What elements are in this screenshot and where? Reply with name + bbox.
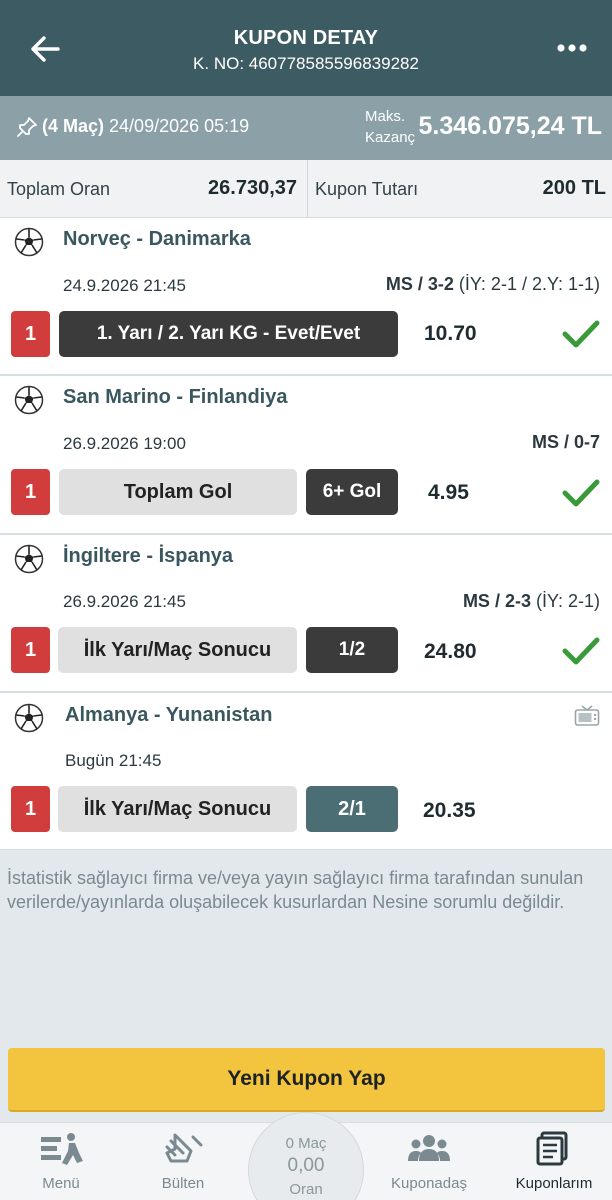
nav-item-bulletin[interactable]: Bülten [140, 1123, 226, 1200]
betslip-odds-value: 0,00 [287, 1155, 325, 1176]
market-label: İlk Yarı/Maç Sonucu [58, 627, 297, 673]
totals-row: Toplam Oran 26.730,37 Kupon Tutarı 200 T… [0, 160, 612, 218]
market-label: İlk Yarı/Maç Sonucu [58, 786, 297, 832]
match-date: 24.9.2026 21:45 [63, 276, 186, 295]
nav-label: Kuponadaş [391, 1175, 467, 1192]
match-teams: San Marino - Finlandiya [63, 386, 288, 408]
match-card[interactable]: San Marino - Finlandiya 26.9.2026 19:00 … [0, 376, 612, 535]
match-count: (4 Maç) [42, 116, 105, 136]
soccer-ball-icon [14, 227, 44, 257]
check-icon [562, 479, 600, 507]
more-options-icon[interactable] [556, 40, 588, 56]
menu-icon [41, 1133, 83, 1165]
soccer-ball-icon [14, 544, 44, 574]
coupon-summary-bar: (4 Maç) 24/09/2026 05:19 Maks. Kazanç 5.… [0, 96, 612, 160]
soccer-ball-icon [14, 703, 44, 733]
match-date: Bugün 21:45 [65, 751, 162, 770]
mbs-badge: 1 [11, 469, 50, 515]
nav-label: Kuponlarım [515, 1175, 593, 1192]
stake-label: Kupon Tutarı [315, 179, 419, 199]
summary-info: (4 Maç) 24/09/2026 05:19 [42, 116, 249, 137]
match-teams: Norveç - Danimarka [63, 228, 251, 250]
match-result: MS / 2-3 (İY: 2-1) [462, 591, 600, 611]
pick-label: 2/1 [306, 786, 398, 832]
betslip-match-count: 0 Maç [285, 1135, 327, 1152]
match-odds: 24.80 [424, 640, 477, 663]
match-date: 26.9.2026 21:45 [63, 592, 186, 611]
nav-label: Menü [42, 1175, 80, 1192]
max-win-label: Maks. Kazanç [365, 108, 416, 146]
bulletin-icon [165, 1133, 203, 1163]
betslip-odds-label: Oran [289, 1181, 323, 1198]
divider [307, 160, 308, 218]
soccer-ball-icon [14, 385, 44, 415]
mbs-badge: 1 [11, 311, 50, 357]
total-odds-value: 26.730,37 [208, 177, 297, 199]
match-teams: İngiltere - İspanya [63, 545, 234, 567]
match-result: MS / 3-2 (İY: 2-1 / 2.Y: 1-1) [385, 274, 600, 294]
market-label: Toplam Gol [59, 469, 297, 515]
coupon-number: K. NO: 460778585596839282 [193, 54, 419, 73]
pin-icon[interactable] [16, 116, 38, 138]
check-icon [562, 320, 600, 348]
match-odds: 10.70 [424, 322, 477, 345]
total-odds-label: Toplam Oran [7, 179, 111, 199]
pick-label: 1/2 [306, 627, 398, 673]
stake-value: 200 TL [542, 177, 606, 199]
nav-label: Bülten [161, 1175, 205, 1192]
coupons-icon [536, 1131, 568, 1166]
mbs-badge: 1 [11, 786, 50, 832]
check-icon [562, 637, 600, 665]
mbs-badge: 1 [11, 627, 50, 673]
top-app-bar: KUPON DETAY K. NO: 460778585596839282 [0, 0, 612, 96]
community-icon [408, 1135, 450, 1161]
match-card[interactable]: Almanya - Yunanistan Bugün 21:45 1 İlk Y… [0, 693, 612, 850]
match-date: 26.9.2026 19:00 [63, 434, 186, 453]
match-teams: Almanya - Yunanistan [65, 704, 273, 726]
new-coupon-button[interactable]: Yeni Kupon Yap [8, 1048, 605, 1112]
nav-item-menu[interactable]: Menü [18, 1123, 104, 1200]
nav-item-community[interactable]: Kuponadaş [386, 1123, 472, 1200]
market-pick-label: 1. Yarı / 2. Yarı KG - Evet/Evet [59, 311, 398, 357]
max-win-value: 5.346.075,24 TL [418, 112, 602, 140]
match-odds: 4.95 [428, 481, 469, 504]
match-card[interactable]: Norveç - Danimarka 24.9.2026 21:45 MS / … [0, 218, 612, 376]
nav-item-my-coupons[interactable]: Kuponlarım [508, 1123, 600, 1200]
match-card[interactable]: İngiltere - İspanya 26.9.2026 21:45 MS /… [0, 535, 612, 693]
match-odds: 20.35 [423, 799, 476, 822]
page-title: KUPON DETAY [233, 27, 379, 49]
disclaimer-text: İstatistik sağlayıcı firma ve/veya yayın… [7, 868, 584, 912]
pick-label: 6+ Gol [306, 469, 398, 515]
match-result: MS / 0-7 [531, 432, 600, 452]
tv-icon[interactable] [574, 705, 600, 727]
coupon-datetime: 24/09/2026 05:19 [109, 116, 250, 136]
